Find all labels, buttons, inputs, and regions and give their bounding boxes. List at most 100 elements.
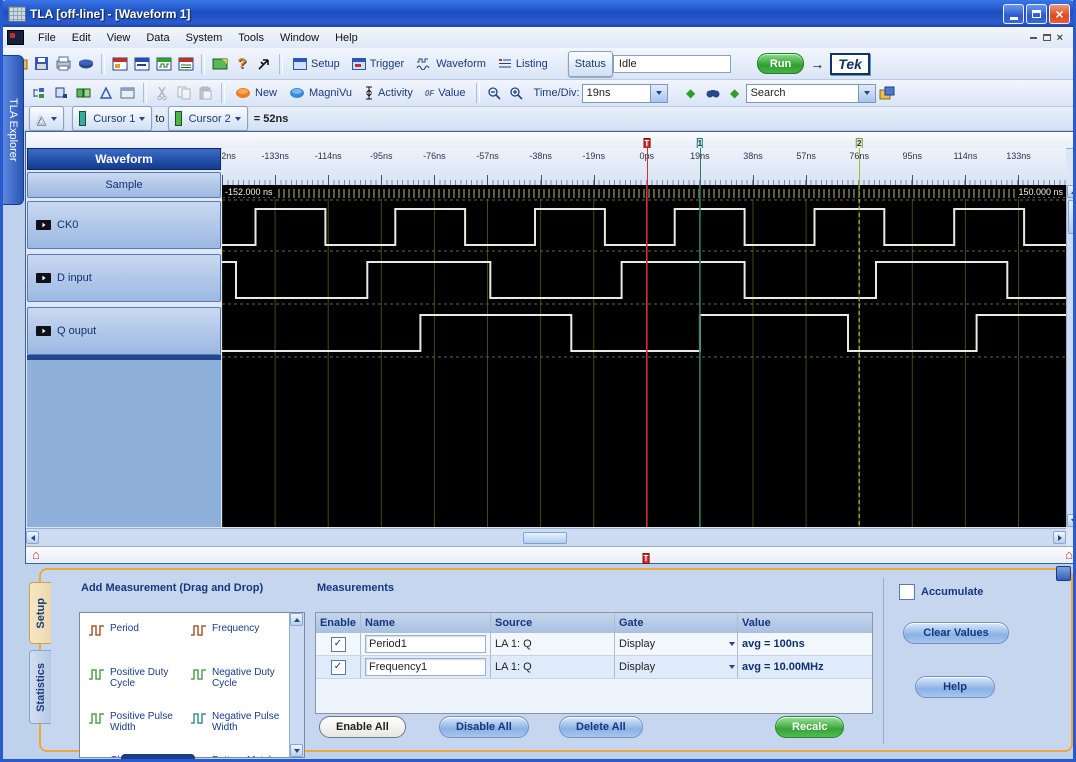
repetitive-run-icon[interactable] xyxy=(74,84,94,102)
enable-all-button[interactable]: Enable All xyxy=(319,716,406,738)
measurement-item-negative-duty-cycle[interactable]: Negative Duty Cycle xyxy=(190,667,290,689)
find-icon[interactable] xyxy=(703,84,723,102)
signal-expand-icon[interactable] xyxy=(36,273,51,283)
menu-item-edit[interactable]: Edit xyxy=(64,29,99,47)
signal-expand-icon[interactable] xyxy=(36,326,51,336)
previous-match-icon[interactable]: ◆ xyxy=(681,84,701,102)
scroll-up-button[interactable] xyxy=(1067,185,1076,198)
scroll-right-button[interactable] xyxy=(1053,531,1066,544)
measurement-name-field[interactable]: Period1 xyxy=(365,635,486,653)
trigger-window-icon[interactable] xyxy=(132,55,152,73)
timediv-dropdown-button[interactable] xyxy=(650,85,667,102)
cursor2-selector[interactable]: Cursor 2 xyxy=(168,106,248,131)
scroll-left-button[interactable] xyxy=(26,531,39,544)
magnivu-button[interactable]: MagniVu xyxy=(283,85,358,101)
system-monitor-icon[interactable] xyxy=(210,55,230,73)
listing-button[interactable]: Listing xyxy=(492,56,554,72)
activity-button[interactable]: Activity xyxy=(358,84,419,102)
source-cell[interactable]: LA 1: Q xyxy=(491,633,615,655)
enable-checkbox[interactable]: ✓ xyxy=(331,637,346,652)
chevron-down-icon[interactable] xyxy=(729,642,735,646)
waveform-canvas[interactable]: -152.000 ns 150.000 ns xyxy=(222,185,1066,527)
zoom-in-icon[interactable] xyxy=(507,84,527,102)
measurement-palette[interactable]: Pattern MatchChannel to Channel DelayNeg… xyxy=(79,612,305,758)
search-options-icon[interactable] xyxy=(877,84,897,102)
save-icon[interactable] xyxy=(32,55,52,73)
measurement-item-frequency[interactable]: Frequency xyxy=(190,623,290,637)
setup-button[interactable]: Setup xyxy=(287,56,346,72)
disable-all-button[interactable]: Disable All xyxy=(439,716,529,738)
run-system-icon[interactable] xyxy=(254,55,274,73)
menu-item-window[interactable]: Window xyxy=(272,29,327,47)
column-header-gate[interactable]: Gate xyxy=(615,613,738,633)
menu-item-help[interactable]: Help xyxy=(327,29,366,47)
mdi-close-icon[interactable]: × xyxy=(1057,33,1063,43)
clear-values-button[interactable]: Clear Values xyxy=(903,622,1009,644)
tab-statistics[interactable]: Statistics xyxy=(29,650,51,724)
timediv-combobox[interactable]: 19ns xyxy=(582,84,668,103)
menu-item-view[interactable]: View xyxy=(99,29,139,47)
minimize-button[interactable] xyxy=(1003,4,1024,24)
trigger-home-left-icon[interactable]: ⌂ xyxy=(32,547,40,562)
sample-row-label[interactable]: Sample xyxy=(27,172,221,198)
tla-explorer-toggle-icon[interactable] xyxy=(30,84,50,102)
column-header-name[interactable]: Name xyxy=(361,613,491,633)
measurement-item-negative-pulse-width[interactable]: Negative Pulse Width xyxy=(190,711,290,733)
time-ruler[interactable]: -152ns-133ns-114ns-95ns-76ns-57ns-38ns-1… xyxy=(222,148,1066,186)
lower-marker-strip[interactable]: ⌂ T ⌂ xyxy=(26,546,1076,563)
gate-dropdown[interactable]: Display xyxy=(615,633,738,655)
signal-label-q-ouput[interactable]: Q ouput xyxy=(27,307,221,355)
bottom-tab-fragment[interactable] xyxy=(121,754,195,762)
delta-time-icon[interactable] xyxy=(96,84,116,102)
source-cell[interactable]: LA 1: Q xyxy=(491,656,615,678)
trigger-button[interactable]: Trigger xyxy=(346,56,410,72)
restore-button[interactable] xyxy=(1026,4,1047,24)
mdi-minimize-icon[interactable] xyxy=(1030,37,1037,39)
marker-strip[interactable]: T12 xyxy=(26,132,1076,149)
palette-scroll-up-button[interactable] xyxy=(290,613,303,626)
waveform-button[interactable]: Waveform xyxy=(410,56,492,72)
window-properties-icon[interactable] xyxy=(118,84,138,102)
setup-window-icon[interactable] xyxy=(110,55,130,73)
value-button[interactable]: 0FValue xyxy=(419,85,472,101)
measurement-name-field[interactable]: Frequency1 xyxy=(365,658,486,676)
horizontal-scrollbar[interactable] xyxy=(26,528,1066,546)
delete-all-button[interactable]: Delete All xyxy=(559,716,643,738)
zoom-out-icon[interactable] xyxy=(485,84,505,102)
search-dropdown-button[interactable] xyxy=(858,85,875,102)
measurement-item-pattern-match[interactable]: Pattern Match xyxy=(190,755,290,758)
scroll-down-button[interactable] xyxy=(1067,514,1076,527)
horizontal-scroll-thumb[interactable] xyxy=(523,532,567,544)
trigger-home-right-icon[interactable]: ⌂ xyxy=(1065,547,1073,562)
column-header-source[interactable]: Source xyxy=(491,613,615,633)
search-combobox[interactable]: Search xyxy=(746,84,876,103)
vertical-scroll-thumb[interactable] xyxy=(1068,200,1076,234)
signal-label-d-input[interactable]: D input xyxy=(27,254,221,302)
palette-scroll-down-button[interactable] xyxy=(290,744,303,757)
recalc-button[interactable]: Recalc xyxy=(775,716,844,738)
measurement-item-positive-duty-cycle[interactable]: Positive Duty Cycle xyxy=(88,667,188,689)
menu-item-system[interactable]: System xyxy=(178,29,231,47)
status-button[interactable]: Status xyxy=(568,51,613,77)
column-header-enable[interactable]: Enable xyxy=(316,613,361,633)
new-data-window-button[interactable]: New xyxy=(229,85,283,101)
waveform-window-icon[interactable] xyxy=(154,55,174,73)
export-icon[interactable] xyxy=(76,55,96,73)
tla-explorer-tab[interactable]: TLA Explorer xyxy=(3,55,24,205)
run-button[interactable]: Run xyxy=(757,53,804,74)
delta-measurement-button[interactable]: △ xyxy=(29,106,64,131)
menu-item-data[interactable]: Data xyxy=(138,29,177,47)
mdi-restore-icon[interactable] xyxy=(1043,34,1051,41)
help-button[interactable]: Help xyxy=(915,676,995,698)
enable-checkbox[interactable]: ✓ xyxy=(331,660,346,675)
cursor1-selector[interactable]: Cursor 1 xyxy=(72,106,152,131)
next-match-icon[interactable]: ◆ xyxy=(725,84,745,102)
chevron-down-icon[interactable] xyxy=(729,665,735,669)
panel-corner-button[interactable] xyxy=(1056,566,1071,581)
menu-item-file[interactable]: File xyxy=(30,29,64,47)
gate-dropdown[interactable]: Display xyxy=(615,656,738,678)
document-icon[interactable] xyxy=(7,30,24,45)
palette-scrollbar[interactable] xyxy=(289,613,304,757)
print-icon[interactable] xyxy=(54,55,74,73)
lower-trigger-marker[interactable]: T xyxy=(643,548,650,566)
